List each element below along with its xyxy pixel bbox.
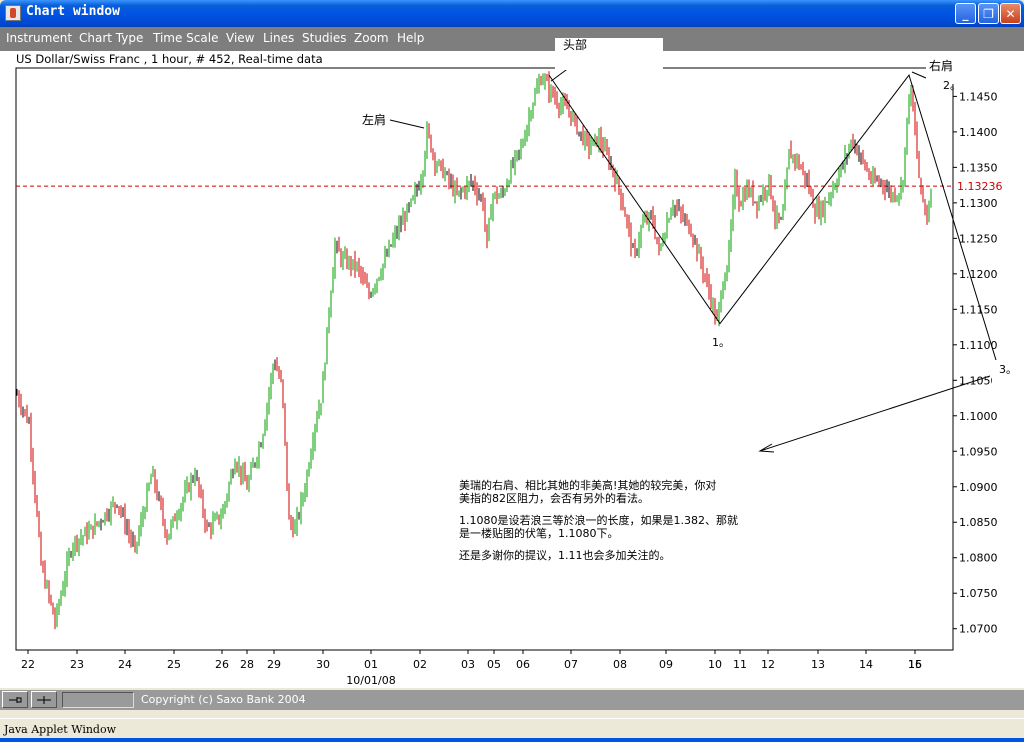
comment-line: 美指的82区阻力，会否有另外的看法。 bbox=[459, 492, 649, 505]
comment-paragraph: 1.1080是设若浪三等於浪一的长度，如果是1.382、那就 是一楼贴图的伏笔，… bbox=[459, 514, 738, 540]
right-shoulder-arrow bbox=[911, 71, 927, 79]
comment-line: 是一楼贴图的伏笔，1.1080下。 bbox=[459, 527, 619, 540]
right-shoulder-label: 右肩 bbox=[929, 58, 953, 73]
window-bottom-edge bbox=[0, 738, 1024, 742]
x-tick-label: 16 bbox=[908, 658, 922, 671]
left-shoulder-arrow bbox=[389, 119, 425, 129]
x-tick-label: 24 bbox=[118, 658, 132, 671]
maximize-button[interactable]: ❐ bbox=[978, 3, 999, 24]
x-tick-label: 06 bbox=[516, 658, 530, 671]
x-tick-label: 01 bbox=[364, 658, 378, 671]
y-tick-label: 1.0800 bbox=[959, 552, 998, 565]
close-button[interactable]: ✕ bbox=[1000, 3, 1021, 24]
y-tick-label: 1.1000 bbox=[959, 410, 998, 423]
left-shoulder-label: 左肩 bbox=[362, 112, 386, 127]
y-tick-label: 1.1350 bbox=[959, 161, 998, 174]
window-title: Chart window bbox=[26, 4, 120, 19]
chart-area[interactable]: 1.1450 1.1400 1.1350 1.1300 1.1250 1.1200 1.11… bbox=[0, 37, 1024, 688]
comment-line: 美瑞的右肩、相比其她的非美高!其她的较完美，你对 bbox=[459, 479, 717, 492]
y-tick-label: 1.0900 bbox=[959, 481, 998, 494]
x-date-label: 10/01/08 bbox=[346, 674, 395, 687]
crosshair-icon bbox=[37, 695, 51, 704]
x-tick-label: 12 bbox=[761, 658, 775, 671]
x-tick-label: 23 bbox=[70, 658, 84, 671]
status-bar: Copyright (c) Saxo Bank 2004 bbox=[0, 690, 1024, 710]
x-tick-label: 22 bbox=[21, 658, 35, 671]
comment-arrow bbox=[759, 375, 991, 452]
x-tick-label: 10 bbox=[708, 658, 722, 671]
y-tick-label: 1.1300 bbox=[959, 197, 998, 210]
x-tick-label: 30 bbox=[316, 658, 330, 671]
point-3-label: 3。 bbox=[999, 363, 1017, 376]
y-tick-label: 1.1200 bbox=[959, 268, 998, 281]
pin-button[interactable] bbox=[2, 691, 28, 708]
point-1-label: 1。 bbox=[712, 336, 730, 349]
x-tick-label: 07 bbox=[564, 658, 578, 671]
x-tick-label: 14 bbox=[859, 658, 873, 671]
point-2-label: 2。 bbox=[943, 79, 961, 92]
y-tick-label: 1.0950 bbox=[959, 445, 998, 458]
comment-paragraph: 美瑞的右肩、相比其她的非美高!其她的较完美，你对 美指的82区阻力，会否有另外的… bbox=[459, 479, 738, 505]
title-bar[interactable]: Chart window _ ❐ ✕ bbox=[0, 0, 1024, 27]
status-field bbox=[62, 692, 134, 708]
applet-window-label: Java Applet Window bbox=[4, 723, 117, 736]
annotation-comment: 美瑞的右肩、相比其她的非美高!其她的较完美，你对 美指的82区阻力，会否有另外的… bbox=[459, 479, 738, 571]
y-tick-label: 1.1250 bbox=[959, 232, 998, 245]
y-tick-label: 1.1400 bbox=[959, 126, 998, 139]
x-tick-label: 28 bbox=[240, 658, 254, 671]
x-tick-label: 11 bbox=[733, 658, 747, 671]
comment-paragraph: 还是多谢你的提议，1.11也会多加关注的。 bbox=[459, 549, 738, 562]
comment-line: 1.1080是设若浪三等於浪一的长度，如果是1.382、那就 bbox=[459, 514, 738, 527]
x-tick-label: 02 bbox=[413, 658, 427, 671]
crosshair-button[interactable] bbox=[31, 691, 57, 708]
x-tick-label: 09 bbox=[659, 658, 673, 671]
x-tick-label: 08 bbox=[613, 658, 627, 671]
current-price-label: 1.13236 bbox=[957, 180, 1003, 193]
x-tick-label: 13 bbox=[811, 658, 825, 671]
y-tick-label: 1.0750 bbox=[959, 587, 998, 600]
y-tick-label: 1.0700 bbox=[959, 623, 998, 636]
y-tick-label: 1.1150 bbox=[959, 303, 998, 316]
x-tick-label: 29 bbox=[267, 658, 281, 671]
y-tick-label: 1.1450 bbox=[959, 90, 998, 103]
x-tick-label: 26 bbox=[215, 658, 229, 671]
pin-icon bbox=[9, 696, 22, 703]
comment-arrow-head bbox=[758, 443, 775, 453]
copyright-text: Copyright (c) Saxo Bank 2004 bbox=[141, 693, 306, 706]
x-tick-label: 25 bbox=[167, 658, 181, 671]
x-tick-label: 03 bbox=[461, 658, 475, 671]
minimize-button[interactable]: _ bbox=[955, 3, 976, 24]
java-app-icon bbox=[5, 5, 21, 21]
x-tick-label: 05 bbox=[487, 658, 501, 671]
y-tick-label: 1.1050 bbox=[959, 374, 998, 387]
head-label: 头部 bbox=[563, 37, 587, 52]
comment-line: 还是多谢你的提议，1.11也会多加关注的。 bbox=[459, 549, 671, 562]
y-tick-label: 1.0850 bbox=[959, 516, 998, 529]
applet-warning-bar: Java Applet Window bbox=[0, 718, 1024, 738]
